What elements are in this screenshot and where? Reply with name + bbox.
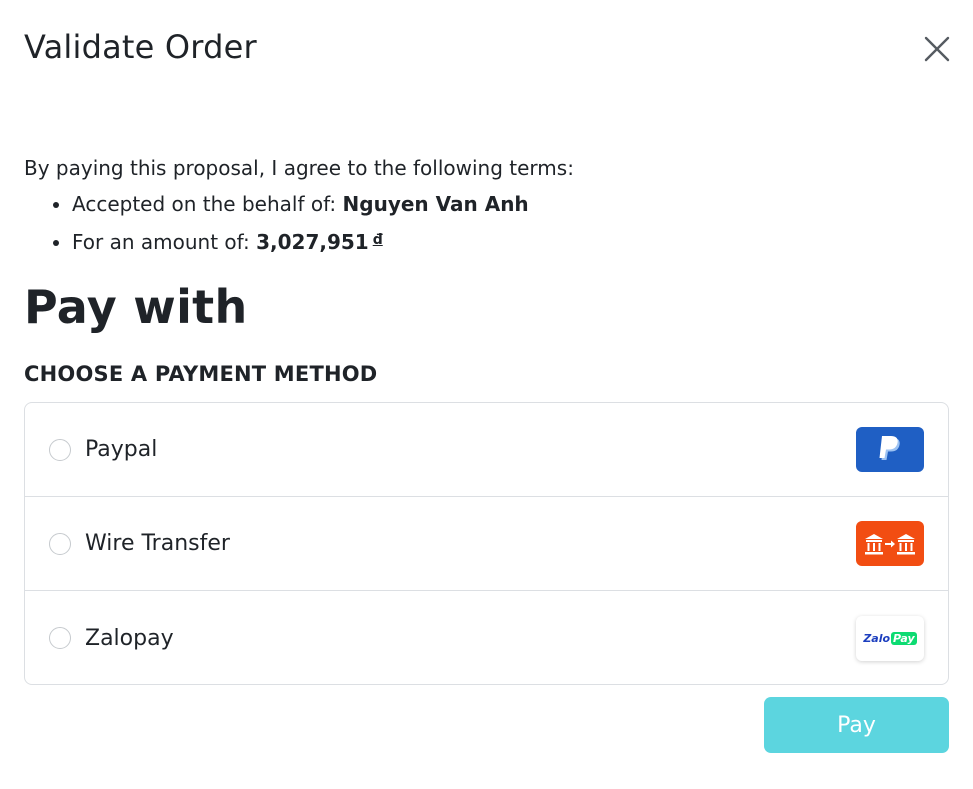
- zalopay-radio[interactable]: [49, 627, 71, 649]
- payment-method-list: Paypal Wire Transfer Zalopay Zalo Pay: [24, 402, 949, 685]
- close-button[interactable]: [918, 30, 956, 68]
- close-icon: [924, 36, 950, 62]
- payment-option-label: Wire Transfer: [85, 531, 230, 556]
- terms-list: Accepted on the behalf of: Nguyen Van An…: [24, 186, 944, 260]
- behalf-label: Accepted on the behalf of:: [72, 192, 343, 216]
- paypal-radio[interactable]: [49, 438, 71, 461]
- bank-transfer-logo: [856, 521, 924, 566]
- amount-label: For an amount of:: [72, 230, 257, 254]
- payment-option-label: Paypal: [85, 437, 158, 462]
- pay-with-heading: Pay with: [24, 280, 248, 334]
- payment-method-subheading: CHOOSE A PAYMENT METHOD: [24, 362, 378, 386]
- validate-order-dialog: Validate Order By paying this proposal, …: [0, 0, 973, 789]
- payment-option-zalopay[interactable]: Zalopay Zalo Pay: [25, 591, 948, 684]
- terms-behalf-item: Accepted on the behalf of: Nguyen Van An…: [72, 186, 944, 222]
- payment-option-label: Zalopay: [85, 625, 174, 651]
- paypal-logo: [856, 427, 924, 472]
- zalopay-logo: Zalo Pay: [856, 615, 924, 661]
- bank-transfer-icon: [865, 533, 915, 554]
- paypal-icon: [879, 435, 900, 460]
- terms-amount-item: For an amount of: 3,027,951đ: [72, 222, 944, 260]
- zalopay-logo-text: Zalo Pay: [863, 631, 917, 645]
- pay-button[interactable]: Pay: [764, 697, 949, 753]
- wire-transfer-radio[interactable]: [49, 532, 71, 555]
- terms-intro: By paying this proposal, I agree to the …: [24, 156, 574, 180]
- terms-section: By paying this proposal, I agree to the …: [24, 150, 944, 260]
- currency-symbol: đ: [372, 232, 383, 248]
- behalf-name: Nguyen Van Anh: [342, 192, 529, 216]
- amount-value: 3,027,951: [256, 230, 369, 254]
- payment-option-paypal[interactable]: Paypal: [25, 403, 948, 497]
- payment-option-wire-transfer[interactable]: Wire Transfer: [25, 497, 948, 591]
- dialog-title: Validate Order: [24, 28, 257, 66]
